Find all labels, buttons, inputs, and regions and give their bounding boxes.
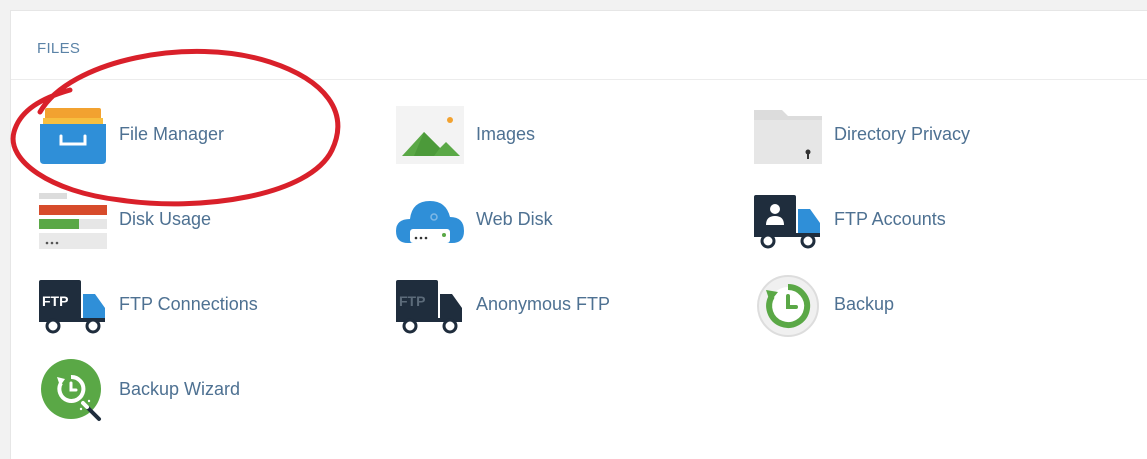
web-disk-label: Web Disk: [476, 209, 553, 229]
images-icon: [396, 106, 464, 164]
page-left-background: [0, 0, 10, 459]
directory-privacy-icon: [754, 110, 822, 164]
backup-wizard-icon: [41, 359, 101, 421]
anonymous-ftp-icon: FTP: [396, 280, 462, 334]
backup-wizard-label: Backup Wizard: [119, 379, 241, 399]
backup-link[interactable]: Backup: [752, 274, 992, 344]
ftp-connections-link[interactable]: FTP FTP Connections: [37, 274, 297, 344]
images-link[interactable]: Images: [394, 104, 634, 174]
web-disk-link[interactable]: Web Disk: [394, 189, 634, 259]
ftp-connections-label: FTP Connections: [119, 294, 258, 314]
backup-label: Backup: [834, 294, 895, 314]
ftp-connections-icon: FTP: [39, 280, 105, 334]
file-manager-icon: [40, 108, 106, 164]
directory-privacy-link[interactable]: Directory Privacy: [752, 104, 1032, 174]
disk-usage-label: Disk Usage: [119, 209, 212, 229]
disk-usage-link[interactable]: Disk Usage: [37, 189, 277, 259]
backup-wizard-link[interactable]: Backup Wizard: [37, 359, 277, 429]
web-disk-icon: [396, 201, 464, 243]
panel-title: FILES: [37, 40, 81, 57]
files-panel: FILES File Manager Images Directory Priv…: [10, 10, 1147, 459]
directory-privacy-label: Directory Privacy: [834, 124, 971, 144]
anonymous-ftp-label: Anonymous FTP: [476, 294, 611, 314]
anonymous-ftp-icon-text: FTP: [399, 293, 425, 309]
file-manager-label: File Manager: [119, 124, 225, 144]
disk-usage-icon: [39, 193, 107, 249]
backup-icon: [757, 275, 819, 337]
images-label: Images: [476, 124, 536, 144]
anonymous-ftp-link[interactable]: FTP Anonymous FTP: [394, 274, 654, 344]
ftp-connections-icon-text: FTP: [42, 293, 68, 309]
page-top-background: [0, 0, 1147, 10]
file-manager-link[interactable]: File Manager: [37, 104, 277, 174]
ftp-accounts-label: FTP Accounts: [834, 209, 946, 229]
files-panel-heading: FILES: [11, 11, 1147, 80]
ftp-accounts-link[interactable]: FTP Accounts: [752, 189, 992, 259]
ftp-accounts-icon: [754, 195, 820, 249]
